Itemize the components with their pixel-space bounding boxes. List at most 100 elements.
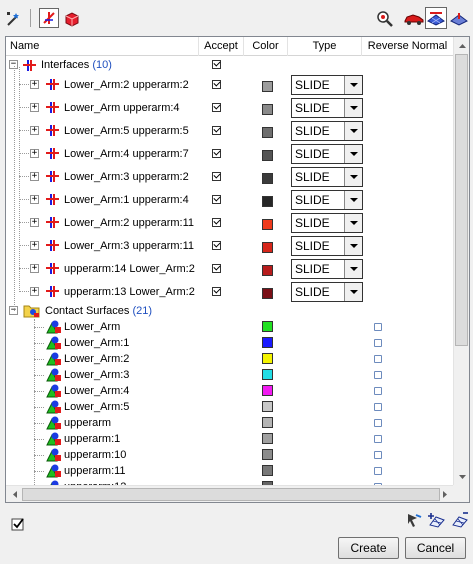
interfaces-group-row[interactable]: − Interfaces (10) bbox=[6, 57, 454, 73]
type-select[interactable]: SLIDE bbox=[291, 98, 363, 118]
type-select[interactable]: SLIDE bbox=[291, 213, 363, 233]
color-swatch[interactable] bbox=[262, 241, 273, 253]
color-swatch[interactable] bbox=[262, 465, 273, 476]
contact-surface-row[interactable]: upperarm:10 bbox=[6, 447, 454, 463]
column-header-name[interactable]: Name bbox=[6, 37, 199, 56]
accept-checkbox[interactable] bbox=[212, 194, 221, 204]
interface-row[interactable]: + Lower_Arm:2 upperarm:2 SLIDE bbox=[6, 73, 454, 96]
color-swatch[interactable] bbox=[262, 449, 273, 460]
accept-checkbox[interactable] bbox=[212, 286, 221, 296]
zoom-find-icon[interactable] bbox=[375, 9, 395, 29]
color-swatch[interactable] bbox=[262, 218, 273, 230]
chevron-down-icon[interactable] bbox=[344, 168, 362, 186]
type-select[interactable]: SLIDE bbox=[291, 190, 363, 210]
expand-icon[interactable]: + bbox=[30, 171, 39, 181]
checklist-icon[interactable] bbox=[8, 514, 28, 534]
expand-icon[interactable]: + bbox=[30, 125, 39, 135]
color-swatch[interactable] bbox=[262, 321, 273, 332]
accept-checkbox[interactable] bbox=[212, 217, 221, 227]
interface-red-icon[interactable] bbox=[39, 8, 59, 28]
accept-checkbox[interactable] bbox=[212, 171, 221, 181]
reverse-normal-checkbox[interactable] bbox=[374, 339, 382, 347]
type-select[interactable]: SLIDE bbox=[291, 236, 363, 256]
interfaces-accept-checkbox[interactable] bbox=[212, 60, 221, 69]
accept-checkbox[interactable] bbox=[212, 148, 221, 158]
create-button[interactable]: Create bbox=[338, 537, 399, 559]
color-swatch[interactable] bbox=[262, 385, 273, 396]
horizontal-scroll-thumb[interactable] bbox=[22, 488, 440, 501]
expand-icon[interactable]: + bbox=[30, 240, 39, 250]
reverse-normal-checkbox[interactable] bbox=[374, 323, 382, 331]
color-swatch[interactable] bbox=[262, 172, 273, 184]
scroll-down-arrow-icon[interactable] bbox=[455, 469, 469, 484]
chevron-down-icon[interactable] bbox=[344, 99, 362, 117]
contact-surface-row[interactable]: upperarm:1 bbox=[6, 431, 454, 447]
vertical-scrollbar[interactable] bbox=[453, 37, 469, 485]
color-swatch[interactable] bbox=[262, 417, 273, 428]
expand-icon[interactable]: + bbox=[30, 217, 39, 227]
column-header-accept[interactable]: Accept bbox=[199, 37, 244, 56]
reverse-normal-checkbox[interactable] bbox=[374, 435, 382, 443]
expand-icon[interactable]: + bbox=[30, 263, 39, 273]
flag-arrow-icon[interactable] bbox=[404, 510, 424, 530]
chevron-down-icon[interactable] bbox=[344, 76, 362, 94]
reverse-normal-checkbox[interactable] bbox=[374, 467, 382, 475]
column-header-reverse-normal[interactable]: Reverse Normal bbox=[362, 37, 454, 56]
chevron-down-icon[interactable] bbox=[344, 145, 362, 163]
reverse-normal-checkbox[interactable] bbox=[374, 371, 382, 379]
expand-icon[interactable]: + bbox=[30, 194, 39, 204]
interface-row[interactable]: + Lower_Arm:2 upperarm:11 SLIDE bbox=[6, 211, 454, 234]
reverse-normal-checkbox[interactable] bbox=[374, 419, 382, 427]
color-swatch[interactable] bbox=[262, 287, 273, 299]
box-red-icon[interactable] bbox=[62, 9, 82, 29]
type-select[interactable]: SLIDE bbox=[291, 167, 363, 187]
contact-surface-row[interactable]: Lower_Arm:3 bbox=[6, 367, 454, 383]
color-swatch[interactable] bbox=[262, 80, 273, 92]
contact-surface-row[interactable]: Lower_Arm bbox=[6, 319, 454, 335]
accept-checkbox[interactable] bbox=[212, 79, 221, 89]
type-select[interactable]: SLIDE bbox=[291, 144, 363, 164]
chevron-down-icon[interactable] bbox=[344, 237, 362, 255]
accept-checkbox[interactable] bbox=[212, 125, 221, 135]
expand-icon[interactable]: + bbox=[30, 148, 39, 158]
color-swatch[interactable] bbox=[262, 337, 273, 348]
chevron-down-icon[interactable] bbox=[344, 191, 362, 209]
chevron-down-icon[interactable] bbox=[344, 122, 362, 140]
horizontal-scrollbar[interactable] bbox=[6, 485, 454, 502]
color-swatch[interactable] bbox=[262, 126, 273, 138]
column-header-color[interactable]: Color bbox=[244, 37, 288, 56]
interface-row[interactable]: + Lower_Arm:4 upperarm:7 SLIDE bbox=[6, 142, 454, 165]
contact-surface-row[interactable]: Lower_Arm:2 bbox=[6, 351, 454, 367]
expand-icon[interactable]: + bbox=[30, 79, 39, 89]
expand-icon[interactable]: + bbox=[30, 286, 39, 296]
interface-row[interactable]: + Lower_Arm upperarm:4 SLIDE bbox=[6, 96, 454, 119]
expand-icon[interactable]: + bbox=[30, 102, 39, 112]
column-header-type[interactable]: Type bbox=[288, 37, 362, 56]
interface-row[interactable]: + Lower_Arm:3 upperarm:11 SLIDE bbox=[6, 234, 454, 257]
contact-surface-row[interactable]: Lower_Arm:5 bbox=[6, 399, 454, 415]
interface-row[interactable]: + Lower_Arm:5 upperarm:5 SLIDE bbox=[6, 119, 454, 142]
contact-surface-row[interactable]: Lower_Arm:1 bbox=[6, 335, 454, 351]
car-view-icon[interactable] bbox=[403, 9, 425, 29]
chevron-down-icon[interactable] bbox=[344, 214, 362, 232]
contact-surface-row[interactable]: upperarm:11 bbox=[6, 463, 454, 479]
color-swatch[interactable] bbox=[262, 195, 273, 207]
color-swatch[interactable] bbox=[262, 149, 273, 161]
cancel-button[interactable]: Cancel bbox=[405, 537, 466, 559]
type-select[interactable]: SLIDE bbox=[291, 75, 363, 95]
interface-row[interactable]: + Lower_Arm:1 upperarm:4 SLIDE bbox=[6, 188, 454, 211]
color-swatch[interactable] bbox=[262, 264, 273, 276]
interface-row[interactable]: + upperarm:13 Lower_Arm:2 SLIDE bbox=[6, 280, 454, 303]
interface-row[interactable]: + upperarm:14 Lower_Arm:2 SLIDE bbox=[6, 257, 454, 280]
contact-surface-row[interactable]: upperarm bbox=[6, 415, 454, 431]
scroll-right-arrow-icon[interactable] bbox=[438, 487, 452, 502]
mesh-blue-icon[interactable] bbox=[425, 7, 447, 29]
mesh-remove-icon[interactable] bbox=[450, 510, 470, 530]
chevron-down-icon[interactable] bbox=[344, 283, 362, 301]
tree-table[interactable]: Name Accept Color Type Reverse Normal − … bbox=[5, 36, 470, 503]
color-swatch[interactable] bbox=[262, 103, 273, 115]
contact-surface-row[interactable]: Lower_Arm:4 bbox=[6, 383, 454, 399]
scroll-up-arrow-icon[interactable] bbox=[455, 38, 469, 53]
reverse-normal-checkbox[interactable] bbox=[374, 355, 382, 363]
reverse-normal-checkbox[interactable] bbox=[374, 451, 382, 459]
